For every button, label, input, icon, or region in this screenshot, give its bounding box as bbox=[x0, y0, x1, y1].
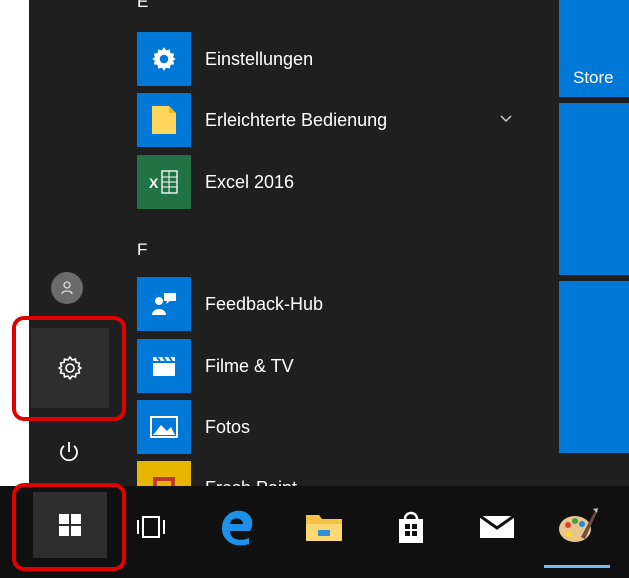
clapper-icon bbox=[137, 339, 191, 393]
start-menu: E Einstellungen Erleichterte Bedienung X… bbox=[0, 0, 629, 486]
app-fresh-paint[interactable]: Fresh Paint bbox=[137, 461, 537, 486]
app-label: Fotos bbox=[205, 416, 251, 437]
windows-start-icon bbox=[59, 514, 81, 536]
start-button[interactable] bbox=[33, 492, 107, 558]
app-list: E Einstellungen Erleichterte Bedienung X… bbox=[127, 0, 543, 486]
gear-icon bbox=[137, 32, 191, 86]
app-fotos[interactable]: Fotos bbox=[137, 400, 537, 454]
svg-text:X: X bbox=[149, 175, 159, 191]
app-einstellungen[interactable]: Einstellungen bbox=[137, 32, 537, 86]
photo-icon bbox=[137, 400, 191, 454]
chevron-down-icon[interactable] bbox=[499, 114, 513, 124]
app-filme-tv[interactable]: Filme & TV bbox=[137, 339, 537, 393]
folder-icon bbox=[137, 93, 191, 147]
store-icon bbox=[399, 511, 423, 543]
tile-label: Store bbox=[573, 68, 614, 87]
task-view-icon bbox=[137, 516, 165, 538]
tile-area: Store bbox=[543, 0, 629, 486]
power-icon[interactable] bbox=[51, 434, 87, 470]
fresh-paint-icon bbox=[559, 508, 598, 542]
section-letter-e[interactable]: E bbox=[137, 0, 148, 12]
active-indicator bbox=[544, 565, 610, 568]
task-view-button[interactable] bbox=[120, 496, 182, 558]
store-tile[interactable]: Store bbox=[559, 0, 629, 97]
paint-icon bbox=[137, 461, 191, 486]
taskbar bbox=[0, 486, 629, 578]
app-label: Filme & TV bbox=[205, 355, 294, 376]
settings-button[interactable] bbox=[31, 328, 109, 408]
tile[interactable] bbox=[559, 103, 629, 275]
store-button[interactable] bbox=[380, 496, 442, 558]
section-letter-f[interactable]: F bbox=[137, 240, 147, 260]
app-label: Excel 2016 bbox=[205, 171, 295, 192]
mail-icon bbox=[479, 514, 515, 538]
edge-button[interactable] bbox=[206, 496, 268, 558]
edge-icon bbox=[221, 510, 253, 546]
app-feedback-hub[interactable]: Feedback-Hub bbox=[137, 277, 537, 331]
tile[interactable] bbox=[559, 281, 629, 453]
fresh-paint-taskbar-button[interactable] bbox=[544, 496, 610, 568]
file-explorer-icon bbox=[306, 515, 342, 541]
gear-icon bbox=[58, 356, 82, 380]
app-erleichterte-bedienung[interactable]: Erleichterte Bedienung bbox=[137, 93, 537, 147]
app-label: Erleichterte Bedienung bbox=[205, 109, 388, 130]
user-icon[interactable] bbox=[51, 272, 83, 304]
app-label: Fresh Paint bbox=[205, 478, 297, 487]
app-label: Einstellungen bbox=[205, 48, 314, 69]
start-rail bbox=[29, 0, 127, 486]
feedback-icon bbox=[137, 277, 191, 331]
app-excel-2016[interactable]: X Excel 2016 bbox=[137, 155, 537, 209]
excel-icon: X bbox=[137, 155, 191, 209]
app-label: Feedback-Hub bbox=[205, 293, 324, 314]
mail-button[interactable] bbox=[466, 496, 528, 558]
file-explorer-button[interactable] bbox=[293, 496, 355, 558]
